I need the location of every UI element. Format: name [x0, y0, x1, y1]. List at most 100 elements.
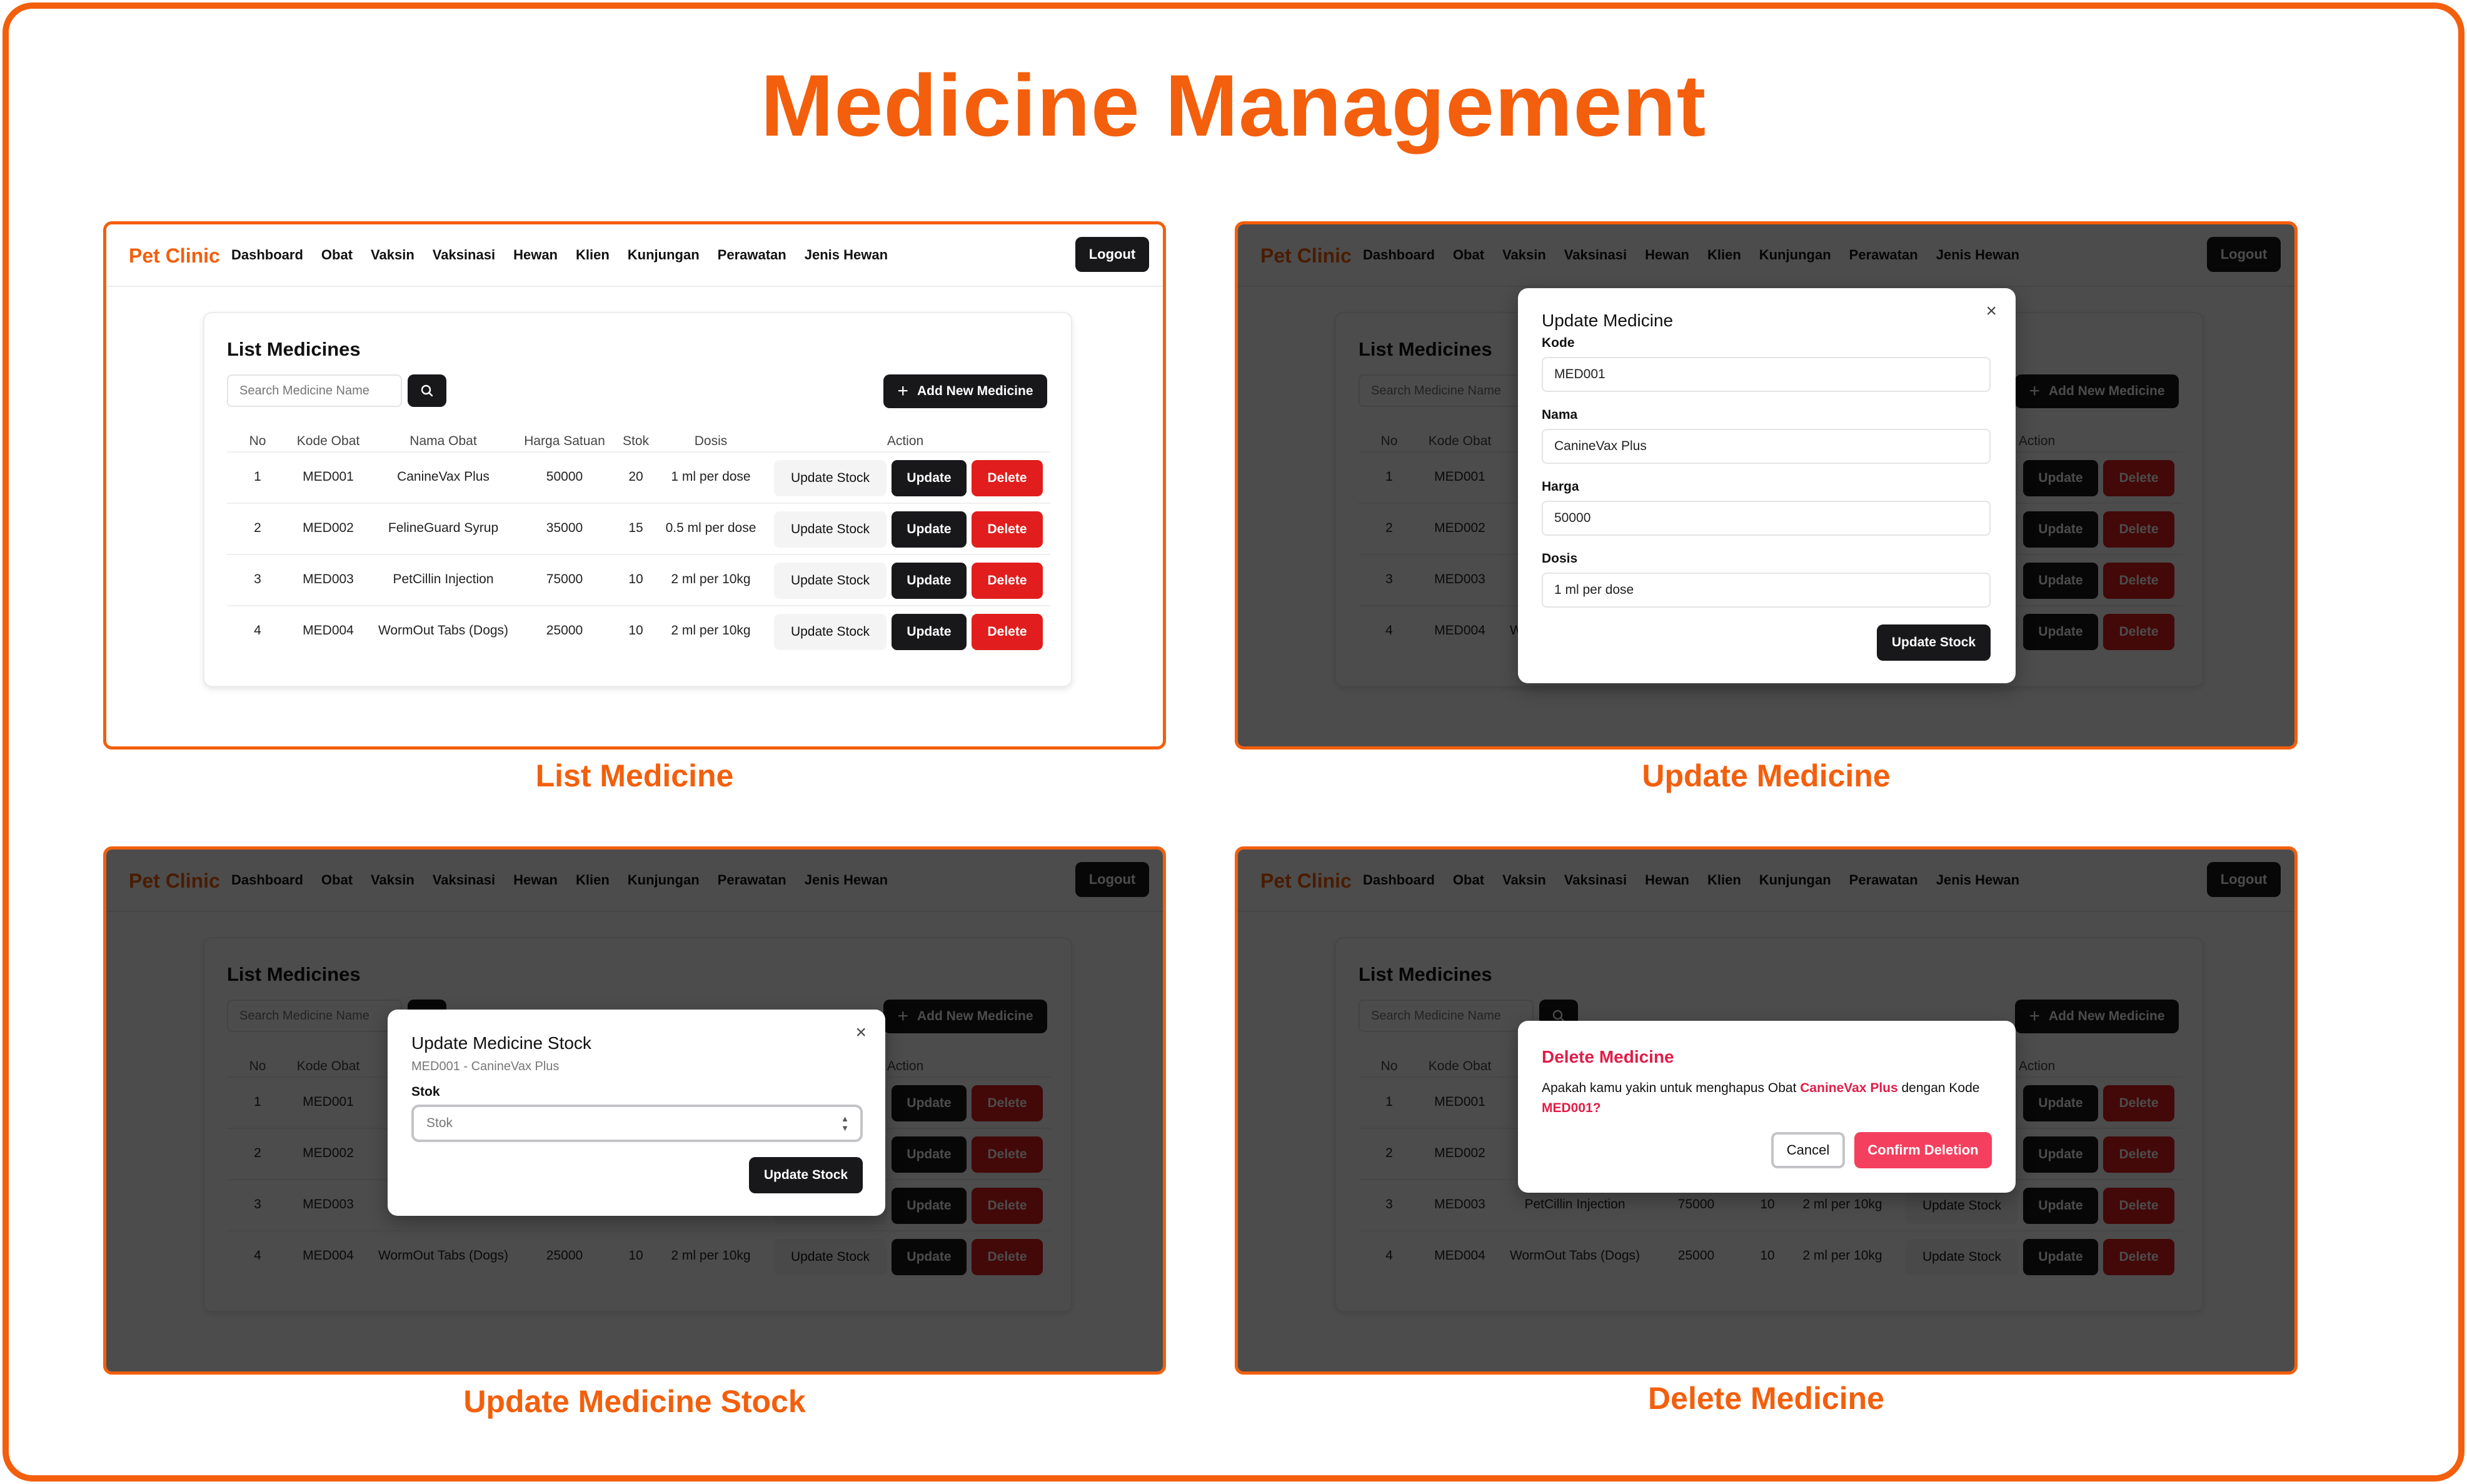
nav-link-kunjungan[interactable]: Kunjungan	[628, 247, 700, 263]
plus-icon: +	[897, 381, 908, 401]
column-header-nama-obat: Nama Obat	[409, 434, 477, 448]
add-new-medicine-label: Add New Medicine	[917, 384, 1033, 398]
search-button[interactable]	[408, 374, 446, 407]
field-label-nama: Nama	[1542, 408, 1578, 422]
close-icon[interactable]: ×	[855, 1023, 867, 1042]
nav-link-perawatan[interactable]: Perawatan	[718, 247, 786, 263]
nav-link-vaksin[interactable]: Vaksin	[371, 247, 415, 263]
column-header-harga-satuan: Harga Satuan	[524, 434, 605, 448]
search-icon	[421, 384, 433, 397]
medicine-code-highlight: MED001	[1542, 1101, 1593, 1115]
message-suffix: ?	[1592, 1101, 1601, 1115]
cell-harga-satuan: 35000	[546, 521, 583, 535]
close-icon[interactable]: ×	[1986, 302, 1997, 321]
cell-stok: 20	[628, 469, 643, 484]
modal-title: Delete Medicine	[1542, 1047, 1674, 1066]
stok-input[interactable]	[414, 1107, 860, 1140]
column-header-kode-obat: Kode Obat	[296, 434, 360, 448]
cell-no: 1	[254, 469, 261, 484]
confirm-deletion-button[interactable]: Confirm Deletion	[1854, 1132, 1992, 1168]
panel-update-medicine: Pet Clinic Dashboard Obat Vaksin Vaksina…	[1235, 221, 2298, 750]
field-label-harga: Harga	[1542, 479, 1579, 494]
update-button[interactable]: Update	[892, 460, 967, 496]
update-stock-button[interactable]: Update Stock	[774, 511, 887, 548]
update-stock-button[interactable]: Update Stock	[774, 563, 887, 599]
column-header-no: No	[249, 434, 266, 448]
delete-button[interactable]: Delete	[972, 460, 1043, 496]
panel-delete-medicine: Pet Clinic Dashboard Obat Vaksin Vaksina…	[1235, 846, 2298, 1375]
nav-links: Dashboard Obat Vaksin Vaksinasi Hewan Kl…	[231, 247, 888, 263]
cell-nama-obat: PetCillin Injection	[393, 572, 494, 586]
modal-title: Update Medicine	[1542, 311, 1674, 330]
field-label-kode: Kode	[1542, 336, 1575, 350]
update-stock-submit-button[interactable]: Update Stock	[1877, 624, 1991, 661]
arrow-down-icon[interactable]: ▼	[841, 1124, 849, 1132]
add-new-medicine-button[interactable]: + Add New Medicine	[883, 374, 1047, 408]
list-title: List Medicines	[227, 338, 361, 360]
nav-link-klien[interactable]: Klien	[576, 247, 610, 263]
delete-button[interactable]: Delete	[972, 614, 1043, 650]
kode-field[interactable]	[1542, 357, 1991, 392]
panel-list-medicine: Pet Clinic Dashboard Obat Vaksin Vaksina…	[103, 221, 1166, 750]
table-row: 1 MED001 CanineVax Plus 50000 20 1 ml pe…	[227, 451, 1051, 503]
cell-nama-obat: FelineGuard Syrup	[388, 521, 499, 535]
column-header-stok: Stok	[622, 434, 650, 448]
cell-kode-obat: MED004	[303, 623, 354, 638]
logout-button[interactable]: Logout	[1075, 237, 1149, 272]
cell-nama-obat: CanineVax Plus	[397, 469, 490, 484]
table-row: 2 MED002 FelineGuard Syrup 35000 15 0.5 …	[227, 503, 1051, 554]
field-label-stok: Stok	[411, 1085, 440, 1099]
stok-field[interactable]: ▲▼	[411, 1105, 863, 1142]
arrow-up-icon[interactable]: ▲	[841, 1115, 849, 1123]
nav-link-vaksinasi[interactable]: Vaksinasi	[433, 247, 495, 263]
cell-dosis: 2 ml per 10kg	[671, 623, 751, 638]
harga-field[interactable]	[1542, 501, 1991, 536]
cell-harga-satuan: 75000	[546, 572, 583, 586]
cell-no: 2	[254, 521, 261, 535]
delete-medicine-modal: Delete Medicine Apakah kamu yakin untuk …	[1518, 1021, 2016, 1193]
update-stock-button[interactable]: Update Stock	[774, 460, 887, 496]
top-navbar: Pet Clinic Dashboard Obat Vaksin Vaksina…	[106, 224, 1163, 287]
nav-link-jenis-hewan[interactable]: Jenis Hewan	[805, 247, 888, 263]
update-button[interactable]: Update	[892, 511, 967, 548]
page-title: Medicine Management	[760, 56, 1707, 154]
message-prefix: Apakah kamu yakin untuk menghapus Obat	[1542, 1081, 1801, 1095]
panel-update-medicine-stock: Pet Clinic Dashboard Obat Vaksin Vaksina…	[103, 846, 1166, 1375]
dosis-field[interactable]	[1542, 573, 1991, 608]
cell-dosis: 0.5 ml per dose	[665, 521, 756, 535]
cell-no: 3	[254, 572, 261, 586]
update-stock-submit-button[interactable]: Update Stock	[749, 1157, 863, 1193]
column-header-dosis: Dosis	[694, 434, 728, 448]
delete-button[interactable]: Delete	[972, 511, 1043, 548]
table-row: 4 MED004 WormOut Tabs (Dogs) 25000 10 2 …	[227, 605, 1051, 656]
update-button[interactable]: Update	[892, 614, 967, 650]
delete-button[interactable]: Delete	[972, 563, 1043, 599]
cell-harga-satuan: 50000	[546, 469, 583, 484]
cell-kode-obat: MED002	[303, 521, 354, 535]
cell-dosis: 2 ml per 10kg	[671, 572, 751, 586]
message-middle: dengan Kode	[1897, 1081, 1980, 1095]
medicine-list-card: List Medicines + Add New Medicine No Kod…	[203, 312, 1072, 687]
cell-stok: 10	[628, 623, 643, 638]
brand-logo[interactable]: Pet Clinic	[129, 244, 220, 268]
nama-field[interactable]	[1542, 429, 1991, 464]
search-input[interactable]	[227, 374, 402, 407]
delete-confirmation-message: Apakah kamu yakin untuk menghapus Obat C…	[1542, 1078, 2017, 1118]
cancel-button[interactable]: Cancel	[1771, 1132, 1845, 1168]
cell-harga-satuan: 25000	[546, 623, 583, 638]
cell-nama-obat: WormOut Tabs (Dogs)	[378, 623, 509, 638]
column-header-action: Action	[887, 434, 924, 448]
cell-no: 4	[254, 623, 261, 638]
nav-link-hewan[interactable]: Hewan	[513, 247, 558, 263]
nav-link-obat[interactable]: Obat	[321, 247, 353, 263]
caption-list-medicine: List Medicine	[535, 758, 734, 793]
update-stock-button[interactable]: Update Stock	[774, 614, 887, 650]
field-label-dosis: Dosis	[1542, 551, 1578, 566]
medicine-name-highlight: CanineVax Plus	[1800, 1081, 1898, 1095]
update-button[interactable]: Update	[892, 563, 967, 599]
update-stock-modal: Update Medicine Stock × MED001 - CanineV…	[388, 1010, 885, 1216]
nav-link-dashboard[interactable]: Dashboard	[231, 247, 303, 263]
caption-update-medicine: Update Medicine	[1642, 758, 1891, 793]
modal-subtitle: MED001 - CanineVax Plus	[411, 1060, 560, 1073]
stepper-arrows[interactable]: ▲ ▼	[841, 1115, 849, 1132]
